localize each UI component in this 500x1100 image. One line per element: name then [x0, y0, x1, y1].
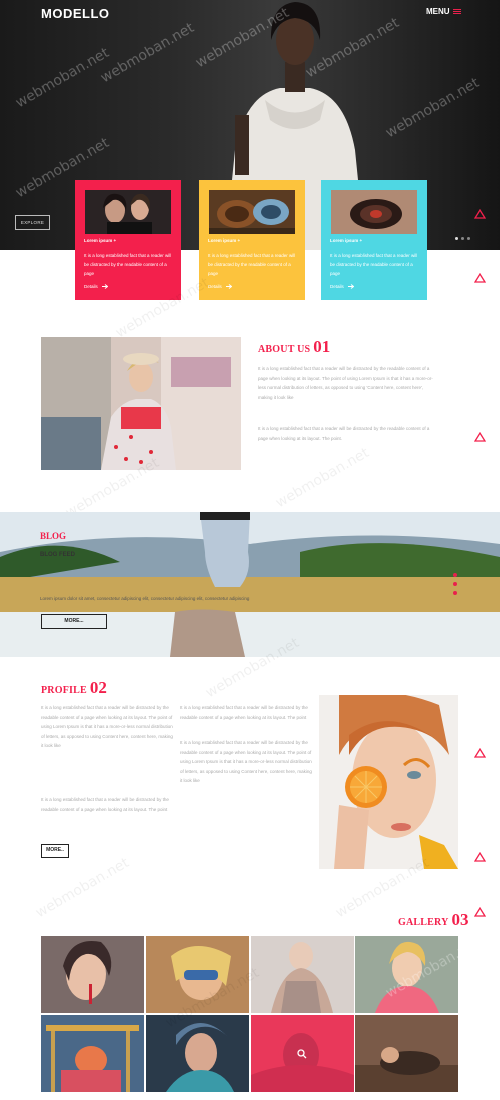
card-text: It is a long established fact that a rea…	[208, 253, 296, 276]
card-title: Lorem ipsum +	[330, 238, 363, 243]
gallery-title-text: GALLERY	[398, 917, 449, 928]
arrow-right-icon	[347, 284, 354, 289]
gallery-item-hover[interactable]	[251, 1015, 354, 1092]
card-text: It is a long established fact that a rea…	[84, 253, 172, 276]
search-icon[interactable]	[297, 1049, 307, 1059]
gallery-item[interactable]	[146, 936, 249, 1013]
profile-image	[319, 695, 458, 869]
card-image	[331, 190, 417, 234]
card-image	[85, 190, 171, 234]
menu-button[interactable]: MENU	[426, 7, 461, 16]
gallery-section-title: GALLERY 03	[398, 910, 469, 930]
gallery-item[interactable]	[146, 1015, 249, 1092]
explore-button[interactable]: EXPLORE	[15, 215, 50, 230]
watermark-text: webmoban.net	[33, 854, 132, 922]
gallery-item[interactable]	[41, 936, 144, 1013]
feature-card: Lorem ipsum + It is a long established f…	[75, 180, 181, 300]
card-title: Lorem ipsum +	[208, 238, 241, 243]
gallery-title-number: 03	[451, 910, 469, 929]
gallery-item[interactable]	[355, 1015, 458, 1092]
card-text: It is a long established fact that a rea…	[330, 253, 418, 276]
scroll-triangle-icon[interactable]	[474, 432, 486, 442]
card-image	[209, 190, 295, 234]
hamburger-icon	[452, 8, 461, 15]
feature-card: Lorem ipsum + It is a long established f…	[199, 180, 305, 300]
about-paragraph: It is a long established fact that a rea…	[258, 366, 433, 400]
card-title: Lorem ipsum +	[84, 238, 117, 243]
profile-paragraph: It is a long established fact that a rea…	[41, 797, 169, 812]
slider-dot[interactable]	[461, 237, 464, 240]
blog-text: Lorem ipsum dolor sit amet, consectetur …	[40, 596, 250, 601]
gallery-item[interactable]	[251, 936, 354, 1013]
gallery-item[interactable]	[41, 1015, 144, 1092]
blog-slider-dot[interactable]	[453, 591, 457, 595]
scroll-triangle-icon[interactable]	[474, 907, 486, 917]
profile-section-title: PROFILE 02	[41, 678, 107, 698]
slider-dot[interactable]	[455, 237, 458, 240]
blog-slider-dot[interactable]	[453, 573, 457, 577]
about-section-title: ABOUT US 01	[258, 337, 330, 357]
details-label: Details	[84, 284, 98, 289]
about-image	[41, 337, 241, 470]
watermark-text: webmoban.net	[273, 444, 372, 512]
about-title-number: 01	[313, 337, 331, 356]
profile-paragraph: It is a long established fact that a rea…	[41, 705, 173, 748]
profile-title-text: PROFILE	[41, 685, 87, 696]
site-logo[interactable]: MODELLO	[41, 6, 110, 21]
scroll-triangle-icon[interactable]	[474, 748, 486, 758]
feature-card: Lorem ipsum + It is a long established f…	[321, 180, 427, 300]
card-details-link[interactable]: Details	[208, 284, 232, 289]
blog-more-button[interactable]: MORE...	[41, 614, 107, 629]
card-details-link[interactable]: Details	[330, 284, 354, 289]
blog-banner-image	[0, 512, 500, 657]
blog-title: BLOG	[40, 531, 67, 541]
scroll-triangle-icon[interactable]	[474, 209, 486, 219]
card-details-link[interactable]: Details	[84, 284, 108, 289]
details-label: Details	[330, 284, 344, 289]
scroll-triangle-icon[interactable]	[474, 273, 486, 283]
profile-paragraph: It is a long established fact that a rea…	[180, 740, 312, 783]
about-paragraph: It is a long established fact that a rea…	[258, 426, 430, 441]
blog-slider-dots	[453, 573, 457, 595]
menu-label: MENU	[426, 7, 450, 16]
profile-paragraph: It is a long established fact that a rea…	[180, 705, 308, 720]
arrow-right-icon	[225, 284, 232, 289]
blog-slider-dot[interactable]	[453, 582, 457, 586]
blog-feed-label: BLOG FEED	[40, 552, 76, 558]
profile-more-button[interactable]: MORE..	[41, 844, 69, 858]
scroll-triangle-icon[interactable]	[474, 852, 486, 862]
profile-title-number: 02	[89, 678, 107, 697]
about-title-text: ABOUT US	[258, 344, 311, 355]
gallery-item[interactable]	[355, 936, 458, 1013]
slider-dots	[455, 237, 470, 240]
slider-dot[interactable]	[467, 237, 470, 240]
arrow-right-icon	[101, 284, 108, 289]
details-label: Details	[208, 284, 222, 289]
